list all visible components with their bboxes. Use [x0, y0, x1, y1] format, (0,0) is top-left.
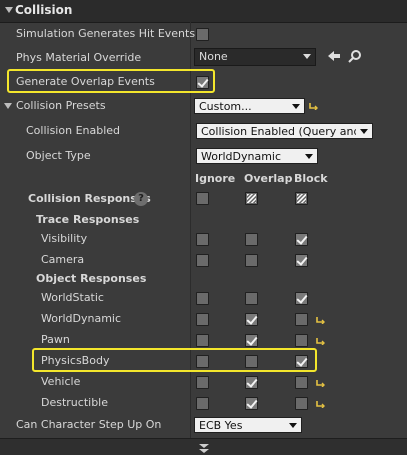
- overlap-checkbox[interactable]: [245, 334, 258, 347]
- block-checkbox[interactable]: [295, 376, 308, 389]
- row-collision-responses: Collision Responses: [0, 188, 407, 210]
- ignore-checkbox[interactable]: [196, 292, 209, 305]
- sim-hit-label: Simulation Generates Hit Events: [16, 27, 196, 40]
- ignore-checkbox[interactable]: [196, 254, 209, 267]
- presets-label: Collision Presets: [16, 99, 106, 112]
- chevron-down-icon: [303, 54, 311, 59]
- channel-row-visibility: Visibility: [0, 228, 407, 250]
- block-checkbox[interactable]: [295, 292, 308, 305]
- object-responses-label: Object Responses: [36, 272, 147, 285]
- block-checkbox[interactable]: [295, 313, 308, 326]
- chevron-down-icon: [289, 423, 297, 428]
- channel-row-worldstatic: WorldStatic: [0, 287, 407, 309]
- collision-panel: Collision Simulation Generates Hit Event…: [0, 0, 407, 455]
- channel-row-destructible: Destructible: [0, 392, 407, 414]
- responses-label: Collision Responses: [28, 192, 151, 205]
- highlight-generate-overlap: [7, 69, 215, 93]
- trace-responses-label: Trace Responses: [36, 213, 140, 226]
- object-type-label: Object Type: [26, 149, 91, 162]
- double-chevron-down-icon[interactable]: [199, 444, 209, 454]
- advanced-expand-bar[interactable]: [0, 438, 407, 455]
- chevron-down-icon: [305, 154, 313, 159]
- presets-value: Custom...: [199, 100, 252, 113]
- reset-to-default-icon[interactable]: [316, 400, 325, 408]
- channel-row-vehicle: Vehicle: [0, 371, 407, 393]
- row-step-up-on: Can Character Step Up On ECB Yes: [0, 414, 407, 436]
- responses-overlap-all-checkbox[interactable]: [245, 192, 258, 205]
- column-header-ignore: Ignore: [195, 172, 236, 185]
- responses-ignore-all-checkbox[interactable]: [196, 192, 209, 205]
- row-collision-enabled: Collision Enabled Collision Enabled (Que…: [0, 120, 407, 142]
- chevron-down-icon: [360, 129, 368, 134]
- block-checkbox[interactable]: [295, 334, 308, 347]
- collision-presets-dropdown[interactable]: Custom...: [194, 98, 305, 114]
- block-checkbox[interactable]: [295, 254, 308, 267]
- collision-enabled-dropdown[interactable]: Collision Enabled (Query and Physics): [196, 123, 373, 139]
- row-object-type: Object Type WorldDynamic: [0, 145, 407, 167]
- browse-search-icon[interactable]: [348, 49, 362, 66]
- highlight-physicsbody: [32, 348, 317, 372]
- phys-mat-label: Phys Material Override: [16, 51, 142, 64]
- expand-arrow-icon[interactable]: [4, 103, 12, 109]
- column-header-overlap: Overlap: [244, 172, 293, 185]
- collision-section-header[interactable]: Collision: [0, 0, 407, 23]
- channel-row-worlddynamic: WorldDynamic: [0, 308, 407, 330]
- channel-label: Destructible: [41, 396, 108, 409]
- row-phys-material: Phys Material Override None: [0, 47, 407, 69]
- ignore-checkbox[interactable]: [196, 376, 209, 389]
- chevron-down-icon: [292, 104, 300, 109]
- channel-label: Camera: [41, 253, 85, 266]
- overlap-checkbox[interactable]: [245, 254, 258, 267]
- reset-to-default-icon[interactable]: [309, 102, 318, 110]
- overlap-checkbox[interactable]: [245, 292, 258, 305]
- row-collision-presets: Collision Presets Custom...: [0, 95, 407, 117]
- step-up-dropdown[interactable]: ECB Yes: [194, 417, 302, 433]
- overlap-checkbox[interactable]: [245, 233, 258, 246]
- block-checkbox[interactable]: [295, 233, 308, 246]
- phys-material-dropdown[interactable]: None: [194, 48, 316, 66]
- ignore-checkbox[interactable]: [196, 334, 209, 347]
- section-title: Collision: [15, 3, 73, 17]
- channel-label: WorldStatic: [41, 291, 104, 304]
- step-up-value: ECB Yes: [199, 419, 243, 432]
- ignore-checkbox[interactable]: [196, 233, 209, 246]
- collapse-arrow-icon[interactable]: [5, 7, 13, 13]
- help-icon[interactable]: ?: [134, 192, 148, 206]
- object-type-dropdown[interactable]: WorldDynamic: [196, 148, 318, 164]
- channel-label: WorldDynamic: [41, 312, 122, 325]
- ignore-checkbox[interactable]: [196, 397, 209, 410]
- reset-to-default-icon[interactable]: [316, 379, 325, 387]
- use-selected-arrow-icon[interactable]: [327, 49, 341, 66]
- object-type-value: WorldDynamic: [201, 150, 282, 163]
- column-header-block: Block: [294, 172, 328, 185]
- channel-label: Visibility: [41, 232, 88, 245]
- reset-to-default-icon[interactable]: [316, 337, 325, 345]
- overlap-checkbox[interactable]: [245, 376, 258, 389]
- row-simulation-hit-events: Simulation Generates Hit Events: [0, 23, 407, 45]
- step-up-label: Can Character Step Up On: [16, 418, 162, 431]
- enabled-value: Collision Enabled (Query and Physics): [201, 125, 356, 138]
- overlap-checkbox[interactable]: [245, 397, 258, 410]
- sim-hit-checkbox[interactable]: [196, 28, 209, 41]
- enabled-label: Collision Enabled: [26, 124, 121, 137]
- channel-row-camera: Camera: [0, 249, 407, 271]
- responses-block-all-checkbox[interactable]: [295, 192, 308, 205]
- block-checkbox[interactable]: [295, 397, 308, 410]
- channel-label: Vehicle: [41, 375, 81, 388]
- channel-label: Pawn: [41, 333, 70, 346]
- overlap-checkbox[interactable]: [245, 313, 258, 326]
- phys-material-value: None: [199, 50, 228, 63]
- reset-to-default-icon[interactable]: [316, 316, 325, 324]
- ignore-checkbox[interactable]: [196, 313, 209, 326]
